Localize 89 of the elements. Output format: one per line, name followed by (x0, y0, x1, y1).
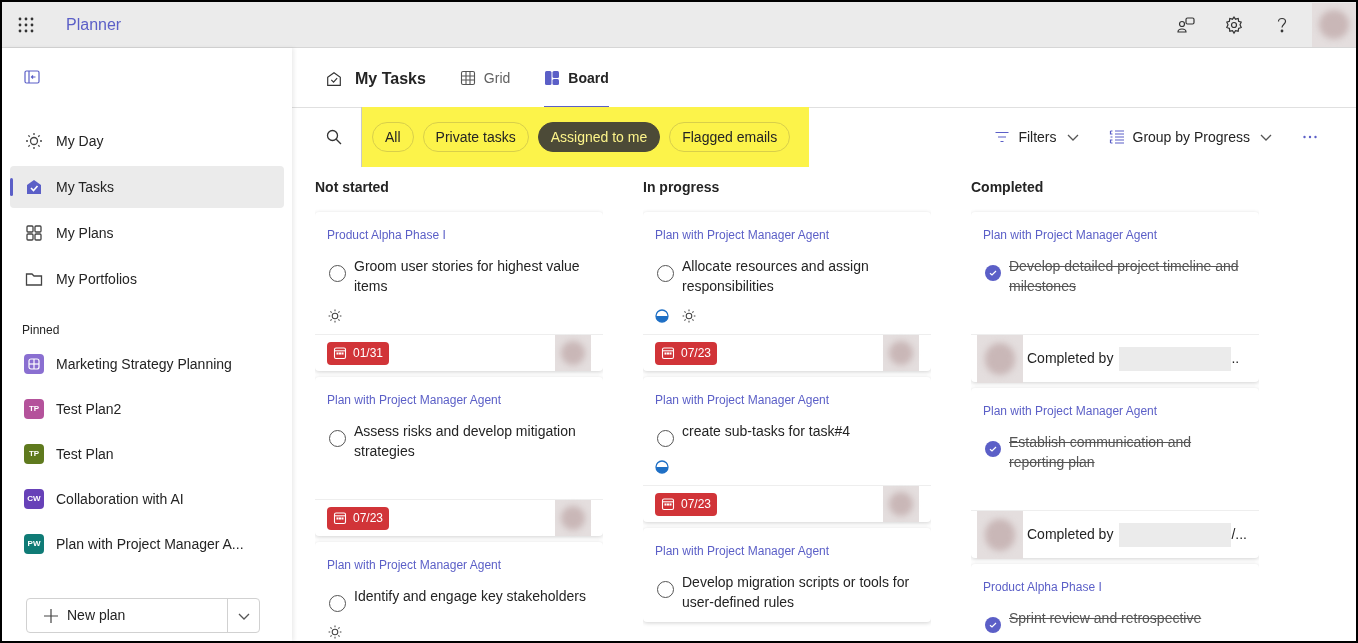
sun-icon (327, 308, 343, 324)
task-card[interactable]: Plan with Project Manager Agent Develop migration scripts or tools for user-defined rules (643, 528, 931, 622)
plan-name: Plan with Project Manager Agent (983, 403, 1159, 420)
task-title: Develop migration scripts or tools for user-defined rules (682, 573, 911, 612)
task-house-icon (24, 177, 44, 197)
search-icon[interactable] (326, 129, 342, 145)
task-card[interactable]: Plan with Project Manager Agent create sub-tasks for task#4 07/23 (643, 377, 931, 522)
calendar-icon (661, 346, 675, 360)
view-tab[interactable]: Grid (459, 58, 511, 108)
completed-check-icon[interactable] (985, 265, 1001, 281)
pinned-plan[interactable]: Marketing Strategy Planning (10, 352, 284, 376)
task-title: Allocate resources and assign responsibilities (682, 257, 870, 296)
pinned-plan[interactable]: PW Plan with Project Manager A... (10, 532, 284, 556)
task-card[interactable]: Plan with Project Manager Agent Develop detailed project timeline and milestones Completed by .. (971, 212, 1259, 382)
due-date-badge: 01/31 (327, 341, 390, 365)
plan-name: Plan with Project Manager Agent (327, 557, 503, 574)
page-title: My Tasks (355, 69, 426, 89)
task-card[interactable]: Plan with Project Manager Agent Identify and engage key stakeholders (315, 542, 603, 641)
app-title[interactable]: Planner (66, 12, 122, 37)
task-house-outline-icon (325, 70, 343, 88)
pinned-plan[interactable]: CW Collaboration with AI (10, 487, 284, 511)
board-icon (544, 70, 561, 86)
plan-initials: TP (24, 444, 44, 464)
task-card[interactable]: Plan with Project Manager Agent Establish communication and reporting plan Completed by /... (971, 388, 1259, 558)
nav-item[interactable]: My Day (10, 120, 284, 162)
nav-item[interactable]: My Plans (10, 212, 284, 254)
plan-name: Plan with Project Manager Agent (655, 227, 831, 244)
chat-people-icon[interactable] (1176, 14, 1196, 35)
completed-check-icon[interactable] (985, 441, 1001, 457)
completed-by-label: Completed by (1027, 349, 1114, 368)
plan-name: Plan with Project Manager Agent (655, 543, 831, 560)
plan-name: Plan with Project Manager Agent (327, 392, 503, 409)
completed-check-icon[interactable] (985, 617, 1001, 633)
settings-icon[interactable] (1224, 14, 1244, 35)
plus-icon (43, 607, 59, 624)
grid-icon (24, 223, 44, 243)
sun-icon (681, 308, 697, 324)
collapse-sidebar-icon[interactable] (24, 69, 40, 85)
plan-initials: CW (24, 489, 44, 509)
task-title: Establish communication and reporting plan (1009, 433, 1193, 472)
task-card[interactable]: Product Alpha Phase I Sprint review and retrospective (971, 564, 1259, 641)
avatar (977, 334, 1023, 383)
group-by-button[interactable]: Group by Progress (1108, 126, 1274, 148)
calendar-icon (661, 497, 675, 511)
task-title: create sub-tasks for task#4 (682, 422, 851, 441)
pinned-plan[interactable]: TP Test Plan2 (10, 397, 284, 421)
due-date-badge: 07/23 (655, 492, 718, 516)
avatar (555, 500, 591, 536)
filters-button[interactable]: Filters (994, 126, 1081, 148)
sun-icon (24, 131, 44, 151)
app-launcher-icon[interactable] (18, 16, 34, 33)
plan-initials: TP (24, 399, 44, 419)
due-date-badge: 07/23 (655, 341, 718, 365)
name-ellipsis: /... (1231, 525, 1247, 544)
task-title: Develop detailed project timeline and milestones (1009, 257, 1240, 296)
plan-name: Product Alpha Phase I (983, 579, 1103, 596)
avatar (555, 335, 591, 371)
avatar (883, 486, 919, 522)
task-card[interactable]: Plan with Project Manager Agent Assess risks and develop mitigation strategies 07/23 (315, 377, 603, 536)
plan-name: Plan with Project Manager Agent (655, 392, 831, 409)
plan-name: Plan with Project Manager Agent (983, 227, 1159, 244)
column-heading: Not started (315, 177, 390, 197)
filter-lines-icon (994, 129, 1011, 145)
avatar (977, 510, 1023, 559)
column-heading: Completed (971, 177, 1045, 197)
avatar (1312, 2, 1356, 47)
nav-item[interactable]: My Tasks (10, 166, 284, 208)
task-title: Identify and engage key stakeholders (354, 587, 586, 606)
plan-initials: PW (24, 534, 44, 554)
filter-chip[interactable]: Assigned to me (537, 122, 661, 152)
pinned-heading: Pinned (22, 322, 61, 339)
nav-item[interactable]: My Portfolios (10, 258, 284, 300)
completed-by-label: Completed by (1027, 525, 1114, 544)
calendar-icon (333, 511, 347, 525)
task-card[interactable]: Product Alpha Phase I Groom user stories for highest value items 01/31 (315, 212, 603, 371)
grid-icon (459, 70, 476, 86)
task-title: Sprint review and retrospective (1009, 609, 1202, 628)
plan-name: Product Alpha Phase I (327, 227, 447, 244)
sun-icon (327, 624, 343, 640)
task-card[interactable]: Plan with Project Manager Agent Allocate resources and assign responsibilities 07/23 (643, 212, 931, 371)
avatar (883, 335, 919, 371)
pinned-plan[interactable]: TP Test Plan (10, 442, 284, 466)
task-title: Groom user stories for highest value items (354, 257, 581, 296)
list-icon (1108, 129, 1125, 145)
calendar-icon (333, 346, 347, 360)
name-ellipsis: .. (1231, 349, 1240, 368)
column-heading: In progress (643, 177, 721, 197)
due-date-badge: 07/23 (327, 506, 390, 530)
task-title: Assess risks and develop mitigation strategies (354, 422, 577, 461)
